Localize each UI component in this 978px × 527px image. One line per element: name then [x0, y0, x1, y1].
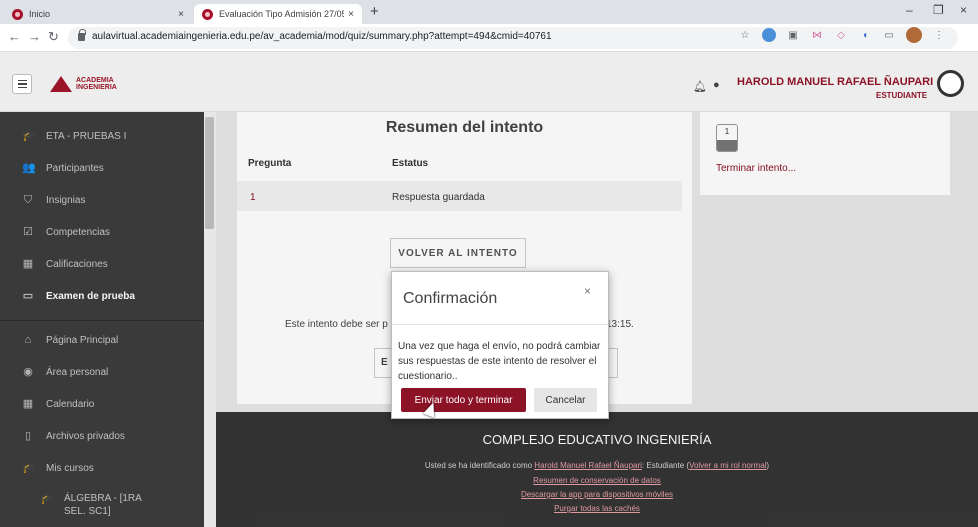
messages-icon[interactable]: ●	[713, 79, 720, 91]
site-favicon-icon	[202, 8, 213, 20]
extension-icons: ☆ ▣ ⋈ ◇ ◖ ▭ ⋮	[738, 27, 946, 43]
site-logo[interactable]: ACADEMIA INGENIERIA	[50, 76, 117, 92]
url-text: aulavirtual.academiaingenieria.edu.pe/av…	[92, 31, 552, 42]
tab-close-icon[interactable]: ×	[348, 9, 354, 20]
submit-all-and-finish-button[interactable]: Enviar todo y terminar	[401, 388, 526, 412]
user-role: ESTUDIANTE	[876, 91, 928, 100]
tab-close-icon[interactable]: ×	[178, 9, 184, 20]
browser-menu-icon[interactable]: ⋮	[932, 28, 946, 42]
dialog-close-icon[interactable]: ×	[584, 284, 591, 298]
dialog-title: Confirmación	[403, 290, 498, 307]
audio-icon[interactable]: ◖	[858, 28, 872, 42]
dialog-divider	[392, 324, 608, 325]
extension-icon[interactable]: ⋈	[810, 28, 824, 42]
reload-icon[interactable]: ↻	[48, 29, 59, 45]
menu-toggle-icon[interactable]	[12, 74, 32, 94]
browser-tab-bar: Inicio × Evaluación Tipo Admisión 27/05 …	[0, 0, 978, 24]
back-arrow-icon[interactable]: ←	[8, 29, 21, 44]
minimize-icon[interactable]: –	[906, 3, 913, 17]
confirmation-dialog: Confirmación × Una vez que haga el envío…	[391, 271, 609, 419]
user-name[interactable]: HAROLD MANUEL RAFAEL ÑAUPARI	[737, 76, 933, 88]
bookmark-star-icon[interactable]: ☆	[738, 28, 752, 42]
logo-text: ACADEMIA INGENIERIA	[76, 77, 117, 91]
site-favicon-icon	[12, 8, 23, 20]
extension-icon[interactable]: ▣	[786, 28, 800, 42]
logo-text-line-1: ACADEMIA	[76, 77, 114, 84]
browser-tab-evaluacion[interactable]: Evaluación Tipo Admisión 27/05 ×	[194, 4, 362, 24]
dialog-message: Una vez que haga el envío, no podrá camb…	[398, 341, 601, 382]
tab-title: Inicio	[29, 9, 51, 19]
logo-emblem-icon	[50, 76, 72, 92]
restore-icon[interactable]: ❐	[933, 3, 944, 17]
forward-arrow-icon[interactable]: →	[28, 29, 41, 44]
notifications-bell-icon[interactable]: 🔔︎	[693, 80, 707, 93]
logo-text-line-2: INGENIERIA	[76, 84, 117, 91]
extension-icon[interactable]: ◇	[834, 28, 848, 42]
window-close-icon[interactable]: ×	[960, 3, 967, 17]
extension-icon[interactable]	[762, 28, 776, 42]
profile-avatar[interactable]	[906, 27, 922, 43]
browser-tab-inicio[interactable]: Inicio ×	[4, 4, 192, 24]
cancel-button[interactable]: Cancelar	[534, 388, 597, 412]
user-avatar[interactable]	[937, 70, 964, 97]
tab-title: Evaluación Tipo Admisión 27/05	[219, 9, 345, 19]
site-header: ACADEMIA INGENIERIA 🔔︎ ● HAROLD MANUEL R…	[0, 52, 978, 112]
address-bar-row: ← → ↻ aulavirtual.academiaingenieria.edu…	[0, 24, 978, 52]
cast-icon[interactable]: ▭	[882, 28, 896, 42]
new-tab-button[interactable]: +	[370, 4, 379, 20]
lock-icon	[78, 29, 86, 41]
